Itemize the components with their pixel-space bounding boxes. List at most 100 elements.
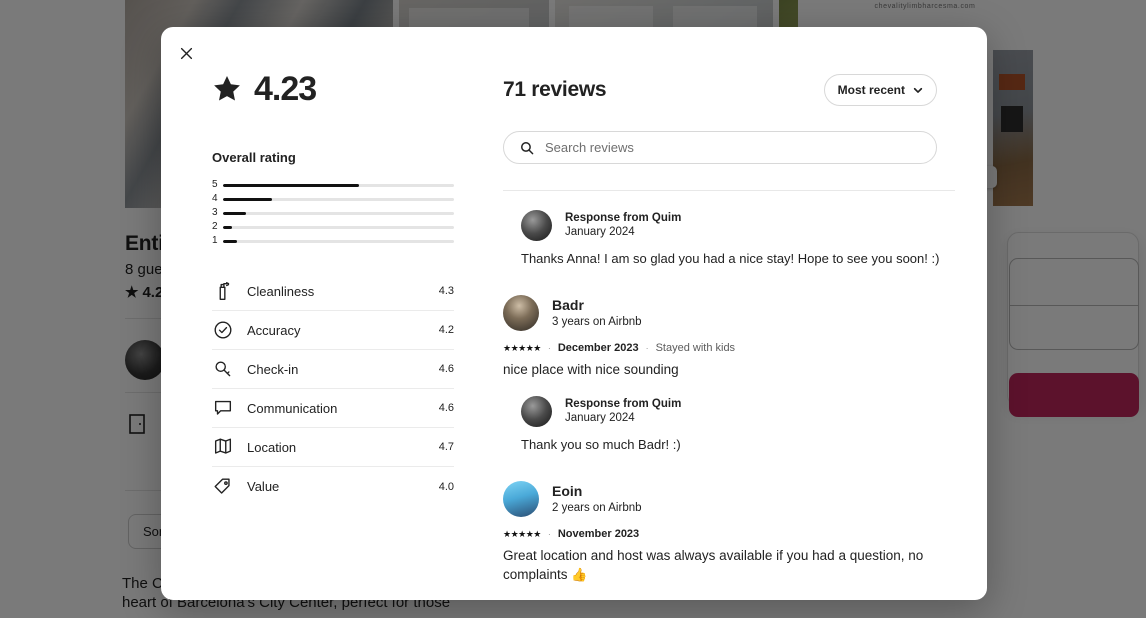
review-stars: ★★★★★	[503, 342, 541, 353]
rating-category-value: 4.3	[438, 285, 454, 297]
distribution-row: 4	[212, 192, 454, 206]
distribution-fill	[223, 239, 237, 243]
distribution-track	[223, 183, 454, 187]
review-meta: ★★★★★ · November 2023	[503, 528, 955, 540]
host-response-meta: Response from Quim January 2024	[565, 397, 681, 426]
host-response-author: Response from Quim	[565, 398, 682, 410]
host-response-text: Thank you so much Badr! :)	[521, 437, 681, 452]
review-meta: ★★★★★ · December 2023 · Stayed with kids	[503, 342, 955, 354]
distribution-row: 2	[212, 220, 454, 234]
distribution-star-label: 3	[212, 207, 218, 218]
reviews-list[interactable]: Response from Quim January 2024 Thanks Ann…	[503, 190, 955, 600]
rating-category-row: Location 4.7	[212, 428, 454, 467]
chat-bubble-icon	[214, 400, 232, 415]
rating-category-label: Location	[247, 439, 297, 455]
rating-category-label: Cleanliness	[247, 283, 315, 299]
sort-label: Most recent	[837, 83, 905, 97]
distribution-star-label: 2	[212, 221, 218, 232]
distribution-row: 5	[212, 178, 454, 192]
close-icon	[180, 47, 192, 59]
map-icon	[214, 438, 232, 454]
host-response-header: Response from Quim January 2024	[521, 210, 955, 241]
meta-separator: ·	[645, 343, 649, 353]
reviewer-name: Eoin	[552, 482, 583, 499]
host-avatar	[521, 396, 552, 427]
close-button[interactable]	[175, 42, 197, 64]
rating-category-label: Accuracy	[247, 322, 301, 338]
reviewer-info: Badr 3 years on Airbnb	[552, 297, 642, 330]
reviewer-avatar	[503, 295, 539, 331]
host-response-date: January 2024	[565, 412, 635, 424]
search-input[interactable]	[545, 140, 920, 155]
review-item: Badr 3 years on Airbnb ★★★★★ · December 2023…	[503, 295, 955, 454]
rating-category-row: Check-in 4.6	[212, 350, 454, 389]
host-response-author: Response from Quim	[565, 212, 682, 224]
distribution-track	[223, 197, 454, 201]
reviews-header-row: 71 reviews Most recent	[503, 74, 937, 106]
host-response-text: Thanks Anna! I am so glad you had a nice…	[521, 251, 940, 266]
rating-category-label: Communication	[247, 400, 338, 416]
reviewer-tenure: 2 years on Airbnb	[552, 501, 642, 514]
reviewer-name: Badr	[552, 296, 584, 313]
search-icon	[521, 141, 534, 154]
search-reviews-box[interactable]	[503, 131, 937, 164]
app-root: chevalitylimbharcesma.com Entire rental …	[0, 0, 1146, 618]
rating-category-value: 4.2	[438, 324, 454, 336]
meta-separator: ·	[547, 343, 551, 353]
review-date: November 2023	[557, 528, 640, 540]
distribution-fill	[223, 211, 247, 215]
rating-categories: Cleanliness 4.3 Accuracy 4.2 Check-in 4.6 Comm…	[212, 272, 454, 506]
review-header: Eoin 2 years on Airbnb	[503, 481, 955, 517]
rating-category-value: 4.6	[438, 402, 454, 414]
reviews-count-title: 71 reviews	[503, 78, 607, 101]
review-text: nice place with nice sounding	[503, 362, 679, 377]
rating-category-label: Value	[247, 479, 280, 494]
tag-icon	[214, 478, 230, 494]
spray-bottle-icon	[219, 282, 230, 300]
distribution-star-label: 1	[212, 235, 218, 246]
rating-category-value: 4.6	[438, 363, 454, 375]
rating-category-label: Check-in	[247, 361, 299, 377]
rating-category-row: Value 4.0	[212, 467, 454, 506]
sort-dropdown-button[interactable]: Most recent	[823, 74, 937, 106]
overall-rating-label: Overall rating	[212, 150, 296, 165]
review-date: December 2023	[557, 342, 639, 354]
review-trip-type: Stayed with kids	[655, 342, 736, 354]
rating-category-row: Communication 4.6	[212, 389, 454, 428]
key-icon	[215, 361, 231, 377]
reviewer-info: Eoin 2 years on Airbnb	[552, 483, 642, 516]
distribution-star-label: 5	[212, 179, 218, 190]
rating-category-value: 4.7	[438, 441, 454, 453]
host-response-header: Response from Quim January 2024	[521, 396, 955, 427]
reviewer-tenure: 3 years on Airbnb	[552, 315, 642, 328]
rating-category-row: Accuracy 4.2	[212, 311, 454, 350]
distribution-track	[223, 239, 454, 243]
distribution-row: 3	[212, 206, 454, 220]
reviews-container: Response from Quim January 2024 Thanks Ann…	[503, 210, 955, 600]
chevron-down-icon	[913, 87, 923, 93]
distribution-row: 1	[212, 234, 454, 248]
rating-distribution: 5 4 3 2 1	[212, 178, 454, 248]
host-response: Response from Quim January 2024 Thanks Ann…	[521, 210, 955, 268]
reviews-pane-header: 71 reviews Most recent	[503, 74, 937, 164]
review-stars: ★★★★★	[503, 528, 541, 539]
distribution-star-label: 4	[212, 193, 218, 204]
reviews-top-divider	[503, 190, 955, 191]
distribution-track	[223, 211, 454, 215]
host-response-meta: Response from Quim January 2024	[565, 211, 681, 240]
check-circle-icon	[214, 321, 232, 339]
host-response: Response from Quim January 2024 Thank you …	[521, 396, 955, 454]
reviewer-avatar	[503, 481, 539, 517]
review-text: Great location and host was always avail…	[503, 548, 924, 582]
thumbs-up-icon: 👍	[571, 567, 588, 582]
star-icon	[214, 76, 240, 101]
rating-category-row: Cleanliness 4.3	[212, 272, 454, 311]
distribution-track	[223, 225, 454, 229]
distribution-fill	[223, 225, 233, 229]
review-item: Eoin 2 years on Airbnb ★★★★★ · November 2023…	[503, 481, 955, 600]
overall-score-row: 4.23	[212, 72, 454, 106]
host-response-date: January 2024	[565, 226, 635, 238]
meta-separator: ·	[547, 529, 551, 539]
host-avatar	[521, 210, 552, 241]
rating-summary-pane: 4.23 Overall rating 5 4 3 2 1 Cleanliness 4.3…	[212, 72, 454, 506]
